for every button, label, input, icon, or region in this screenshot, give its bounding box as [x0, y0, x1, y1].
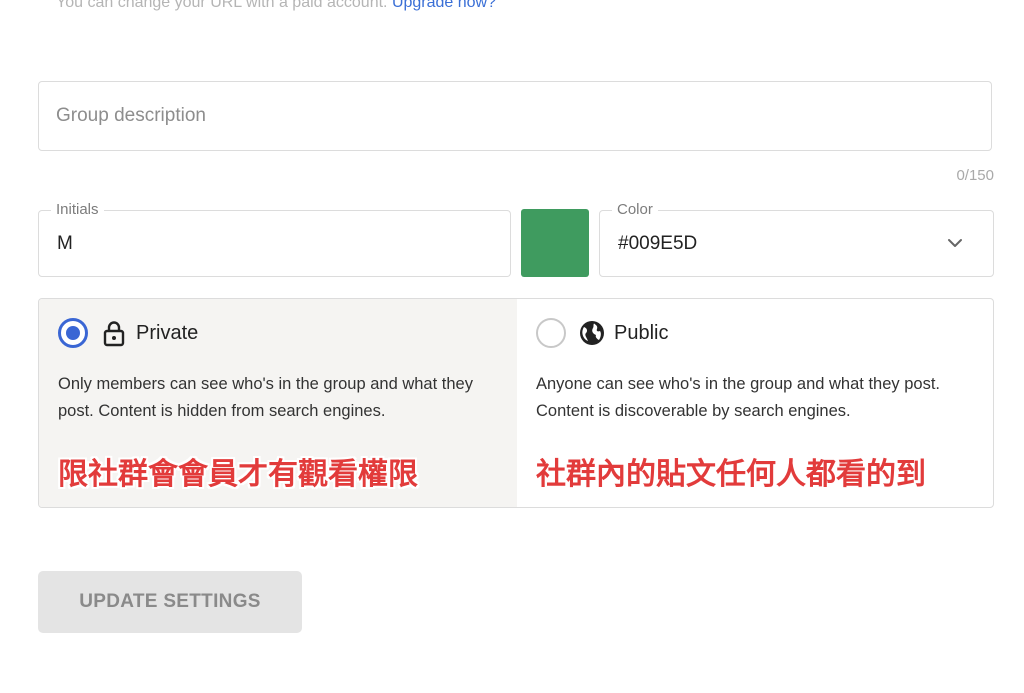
initials-value: M [57, 233, 73, 254]
url-note: You can change your URL with a paid acco… [56, 0, 496, 12]
url-note-text: You can change your URL with a paid acco… [56, 0, 388, 11]
color-swatch[interactable] [521, 209, 589, 277]
public-title: Public [614, 322, 669, 344]
public-description: Anyone can see who's in the group and wh… [536, 375, 941, 420]
color-value: #009E5D [618, 233, 698, 254]
group-description-placeholder: Group description [56, 105, 206, 126]
privacy-option-private[interactable]: Private Only members can see who's in th… [39, 299, 517, 507]
private-description: Only members can see who's in the group … [58, 375, 473, 420]
color-select[interactable]: Color #009E5D [599, 201, 994, 277]
initials-field[interactable]: Initials M [38, 201, 511, 277]
privacy-option-public[interactable]: Public Anyone can see who's in the group… [517, 299, 993, 507]
initials-label: Initials [51, 201, 104, 219]
group-description-input[interactable]: Group description [38, 81, 992, 151]
public-annotation: 社群內的貼文任何人都看的到 [536, 457, 926, 492]
character-counter: 0/150 [956, 167, 994, 184]
lock-icon [103, 321, 125, 347]
private-radio[interactable] [58, 318, 88, 348]
chevron-down-icon[interactable] [947, 235, 963, 251]
group-settings-page: You can change your URL with a paid acco… [0, 0, 1024, 693]
privacy-options: Private Only members can see who's in th… [38, 298, 994, 508]
private-annotation: 限社群會會員才有觀看權限 [58, 457, 418, 492]
upgrade-link[interactable]: Upgrade now? [392, 0, 496, 11]
public-radio[interactable] [536, 318, 566, 348]
update-settings-button[interactable]: UPDATE SETTINGS [38, 571, 302, 633]
private-title: Private [136, 322, 199, 344]
color-label: Color [612, 201, 658, 219]
globe-icon [580, 321, 604, 345]
